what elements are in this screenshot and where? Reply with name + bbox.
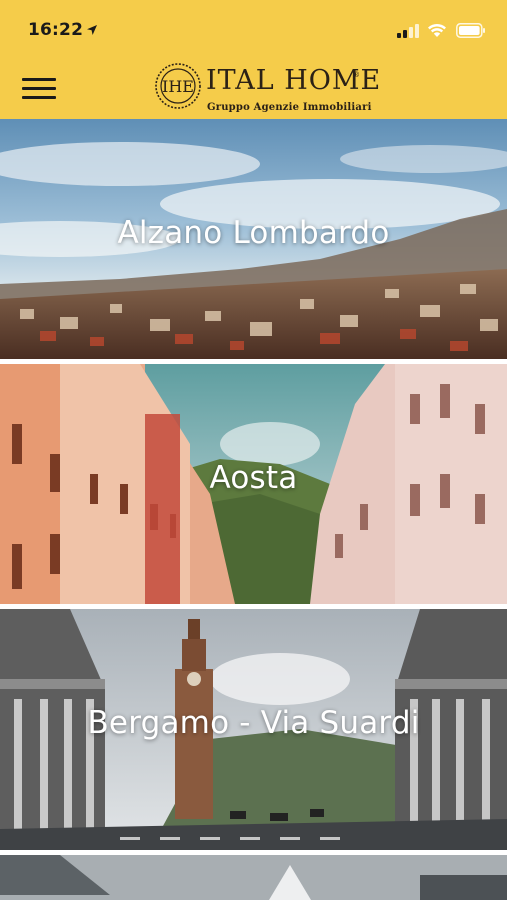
wifi-icon bbox=[428, 23, 446, 37]
menu-line bbox=[22, 96, 56, 99]
city-image bbox=[0, 855, 507, 900]
status-time: 16:22 bbox=[28, 20, 84, 40]
brand-logo: IHE ITAL HOME ® Gruppo Agenzie Immobilia… bbox=[154, 62, 380, 118]
city-card-alzano-lombardo[interactable]: Alzano Lombardo bbox=[0, 119, 507, 359]
menu-line bbox=[22, 78, 56, 81]
location-arrow-icon bbox=[87, 25, 97, 35]
city-card-bergamo-via-suardi[interactable]: Bergamo - Via Suardi bbox=[0, 609, 507, 850]
menu-line bbox=[22, 87, 56, 90]
brand-emblem: IHE bbox=[155, 63, 201, 109]
city-card-partial[interactable] bbox=[0, 855, 507, 900]
city-name: Bergamo - Via Suardi bbox=[87, 705, 420, 741]
svg-text:IHE: IHE bbox=[162, 77, 194, 96]
status-bar: 16:22 bbox=[0, 0, 507, 60]
signal-icon bbox=[397, 24, 419, 38]
app-header: 16:22 IHE ITAL HOME ® Gruppo Agenzie Imm… bbox=[0, 0, 507, 119]
brand-tagline: Gruppo Agenzie Immobiliari bbox=[207, 102, 372, 113]
brand-registered-mark: ® bbox=[353, 71, 360, 79]
city-card-aosta[interactable]: Aosta bbox=[0, 364, 507, 604]
city-name: Aosta bbox=[209, 460, 298, 496]
app-screen: 16:22 IHE ITAL HOME ® Gruppo Agenzie Imm… bbox=[0, 0, 507, 900]
city-name: Alzano Lombardo bbox=[117, 215, 390, 251]
battery-icon bbox=[456, 23, 485, 38]
city-list: Alzano Lombardo Aosta Bergamo - Via Suar… bbox=[0, 119, 507, 900]
hamburger-menu-icon[interactable] bbox=[22, 76, 56, 102]
